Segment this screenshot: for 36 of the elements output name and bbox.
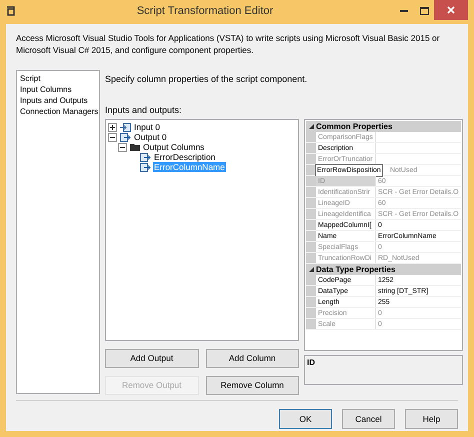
tree-item[interactable]: Output Columns xyxy=(142,142,206,152)
collapse-icon[interactable] xyxy=(118,142,127,152)
app-icon xyxy=(6,6,16,16)
tree-item[interactable]: Input 0 xyxy=(133,122,161,132)
dialog-description: Access Microsoft Visual Studio Tools for Applications (VSTA) to write scripts using Microsoft Visual Basic 2015 or Microsoft Visual C# 2015, and configure component properties. xyxy=(16,32,441,56)
prompt-text: Specify column properties of the script component. xyxy=(105,74,308,85)
category-header: Data Type Properties xyxy=(316,264,396,275)
page-list-item[interactable]: Script xyxy=(20,73,40,84)
column-button[interactable]: Remove Column xyxy=(206,376,299,395)
tree-item[interactable]: Output 0 xyxy=(133,132,168,142)
close-icon xyxy=(447,6,455,14)
expand-icon[interactable] xyxy=(108,122,117,132)
dialog-button[interactable]: Cancel xyxy=(342,409,395,429)
output-icon xyxy=(140,162,151,172)
dialog-button[interactable]: Help xyxy=(405,409,458,429)
collapse-icon[interactable] xyxy=(108,132,117,142)
maximize-icon xyxy=(420,7,428,15)
page-list-item[interactable]: Inputs and Outputs xyxy=(20,95,88,106)
column-button[interactable]: Add Output xyxy=(105,349,198,368)
dialog-button[interactable]: OK xyxy=(279,409,332,429)
category-header: Common Properties xyxy=(316,121,392,132)
tree-item[interactable]: ErrorDescription xyxy=(153,152,216,162)
output-icon xyxy=(120,132,131,142)
minimize-icon xyxy=(400,10,408,12)
window-title: Script Transformation Editor xyxy=(136,4,274,19)
page-list-item[interactable]: Connection Managers xyxy=(20,106,98,117)
page-list-item[interactable]: Input Columns xyxy=(20,84,72,95)
output-icon xyxy=(140,152,151,162)
input-icon xyxy=(120,122,131,132)
property-description-title: ID xyxy=(307,358,315,367)
collapse-icon[interactable] xyxy=(308,267,314,272)
close-button[interactable] xyxy=(434,0,468,20)
collapse-icon[interactable] xyxy=(308,124,314,129)
tree-label: Inputs and outputs: xyxy=(105,105,183,116)
folder-icon xyxy=(130,143,140,151)
column-button[interactable]: Add Column xyxy=(206,349,299,368)
